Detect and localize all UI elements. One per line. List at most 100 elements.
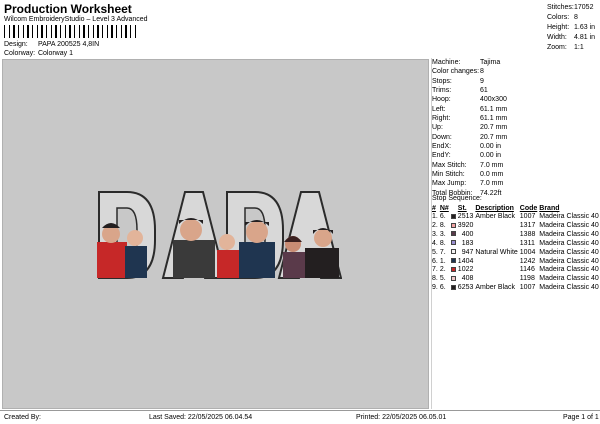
info-row: Left: 61.1 mm — [432, 105, 508, 113]
needle-number: 6. — [439, 284, 446, 292]
stitch-count: 1404 — [457, 257, 474, 265]
seq-index: 5. — [432, 248, 438, 256]
created-by: Created By: — [4, 414, 41, 421]
needle-number: 8. — [439, 239, 446, 247]
colorway-value: Colorway 1 — [37, 50, 73, 57]
needle-number: 5. — [439, 275, 446, 283]
table-header-row: # N# St. Description Code Brand — [432, 204, 600, 213]
color-swatch — [450, 275, 458, 284]
col-description: Description — [475, 205, 514, 212]
seq-index: 1. — [432, 213, 438, 220]
stitch-count: 2513 — [457, 213, 474, 220]
thread-description — [475, 258, 519, 267]
info-row: Max Jump: 7.0 mm — [432, 180, 504, 188]
thread-color-swatch — [450, 240, 456, 246]
info-row: Trims: 61 — [432, 87, 488, 95]
thread-code: 1007 — [519, 284, 536, 292]
dada-embroidery-design — [97, 191, 342, 279]
design-stats: Stitches:17052 Colors: 8 Height: 1.63 in W… — [547, 3, 599, 53]
thread-description — [475, 222, 519, 231]
stitch-count: 183 — [461, 239, 474, 247]
thread-description: Natural White — [475, 248, 518, 256]
last-saved: Last Saved: 22/05/2025 06.04.54 — [149, 414, 253, 421]
seq-index: 2. — [432, 221, 438, 229]
stop-sequence-heading: Stop Sequence: — [432, 195, 482, 202]
col-code: Code — [519, 205, 538, 212]
printed-date: Printed: 22/05/2025 06.05.01 — [356, 414, 447, 421]
info-row: Down: 20.7 mm — [432, 133, 508, 141]
thread-code: 1007 — [519, 213, 536, 220]
color-swatch — [450, 284, 458, 293]
seq-index: 9. — [432, 284, 438, 292]
info-row: Hoop: 400x300 — [432, 96, 507, 104]
thread-description — [475, 231, 519, 240]
table-row: 5. 7. 947 Natural White 1004 Madeira Classic … — [432, 249, 600, 258]
software-subtitle: Wilcom EmbroideryStudio – Level 3 Advanc… — [4, 16, 148, 23]
machine-info-panel: Machine: Tajima Color changes:8 Stops: 9 T… — [432, 58, 598, 198]
table-row: 7. 2. 1022 1146 Madeira Classic 40 — [432, 266, 600, 275]
stop-sequence-table: # N# St. Description Code Brand 1. 6. 2513… — [432, 204, 600, 293]
thread-brand: Madeira Classic 40 — [539, 213, 599, 220]
thread-code: 1004 — [519, 248, 536, 256]
barcode — [4, 25, 136, 38]
page-number: Page 1 of 1 — [563, 414, 599, 421]
color-swatch — [450, 266, 458, 275]
thread-brand: Madeira Classic 40 — [539, 248, 599, 256]
table-row: 1. 6. 2513 Amber Black 1007 Madeira Classic 4… — [432, 213, 600, 222]
needle-number: 1. — [439, 257, 446, 265]
thread-code: 1311 — [519, 239, 535, 247]
thread-brand: Madeira Classic 40 — [539, 239, 599, 247]
stitch-count: 400 — [461, 230, 474, 238]
info-row: EndX: 0.00 in — [432, 143, 502, 151]
col-swatch — [451, 204, 458, 213]
thread-brand: Madeira Classic 40 — [539, 284, 599, 292]
col-stitches: St. — [457, 205, 467, 212]
color-swatch — [450, 258, 458, 267]
col-needle: N# — [439, 205, 449, 212]
needle-number: 8. — [439, 221, 446, 229]
info-row: Color changes:8 — [432, 68, 484, 76]
seq-index: 3. — [432, 230, 438, 238]
thread-color-swatch — [450, 249, 456, 255]
color-swatch — [450, 231, 458, 240]
table-row: 9. 6. 6253 Amber Black 1007 Madeira Classic 4… — [432, 284, 600, 293]
needle-number: 2. — [439, 266, 446, 274]
thread-description: Amber Black — [475, 213, 516, 220]
stat-row: Stitches:17052 — [547, 4, 594, 11]
needle-number: 6. — [439, 213, 446, 220]
thread-brand: Madeira Classic 40 — [539, 275, 599, 283]
needle-number: 3. — [439, 230, 446, 238]
needle-number: 7. — [439, 248, 446, 256]
col-index: # — [432, 205, 436, 212]
table-row: 4. 8. 183 1311 Madeira Classic 40 — [432, 240, 600, 249]
thread-code: 1198 — [519, 275, 535, 283]
thread-color-swatch — [450, 222, 456, 228]
design-preview-canvas[interactable] — [2, 59, 429, 409]
thread-description — [475, 266, 519, 275]
stitch-count: 408 — [461, 275, 474, 283]
page-title: Production Worksheet — [4, 2, 132, 16]
seq-index: 8. — [432, 275, 438, 283]
thread-brand: Madeira Classic 40 — [539, 266, 599, 274]
thread-color-swatch — [450, 276, 456, 281]
stitch-count: 3920 — [457, 221, 474, 229]
thread-description — [475, 275, 519, 284]
info-row: Min Stitch: 0.0 mm — [432, 171, 504, 179]
design-value: PAPA 200525 4,8IN — [37, 41, 100, 48]
seq-index: 6. — [432, 257, 438, 265]
thread-color-swatch — [450, 258, 456, 264]
info-row: Up: 20.7 mm — [432, 124, 508, 132]
stat-row: Zoom: 1:1 — [547, 44, 584, 51]
stitch-count: 1022 — [457, 266, 474, 274]
thread-description — [475, 240, 519, 249]
color-swatch — [450, 249, 458, 258]
info-row: Machine: Tajima — [432, 59, 501, 66]
color-swatch — [450, 240, 458, 249]
thread-code: 1146 — [519, 266, 535, 274]
thread-code: 1242 — [519, 257, 536, 265]
stitch-count: 6253 — [457, 284, 474, 292]
thread-brand: Madeira Classic 40 — [539, 257, 599, 265]
info-row: Max Stitch: 7.0 mm — [432, 161, 504, 169]
stat-row: Width: 4.81 in — [547, 34, 596, 41]
footer: Created By: Last Saved: 22/05/2025 06.04… — [0, 410, 600, 424]
